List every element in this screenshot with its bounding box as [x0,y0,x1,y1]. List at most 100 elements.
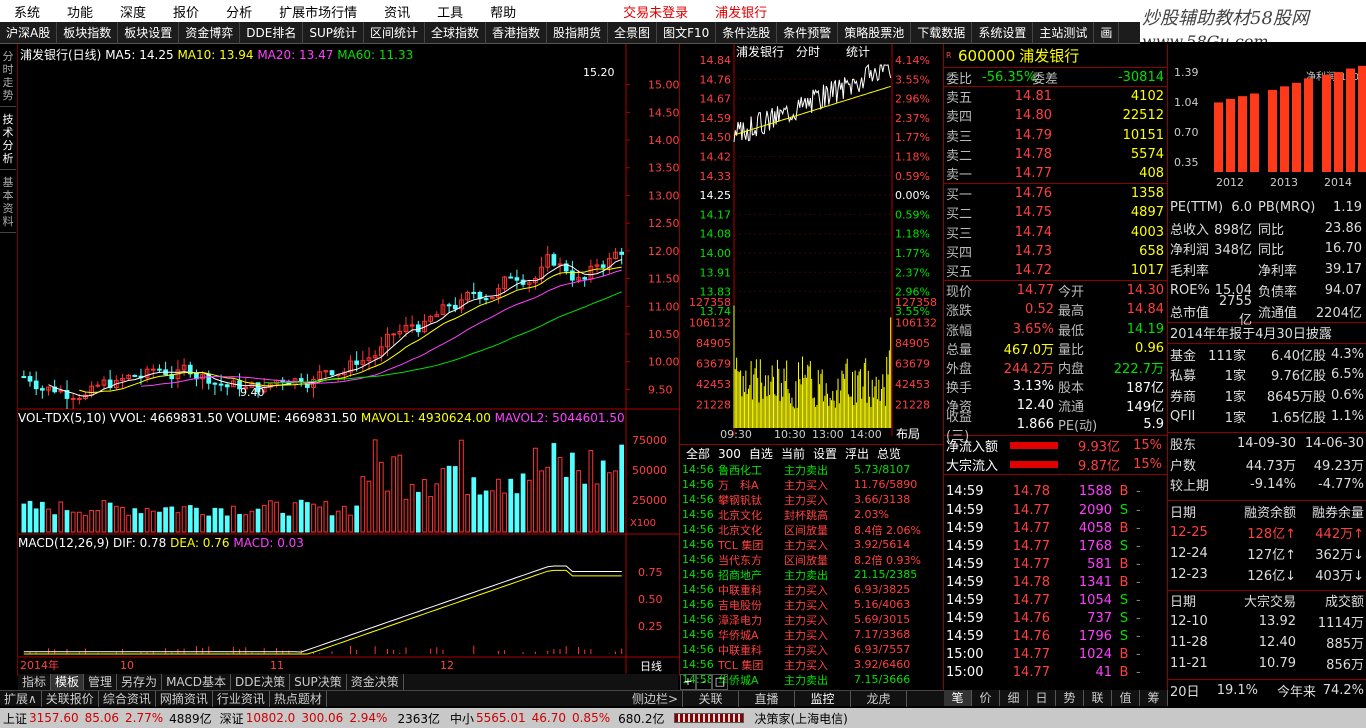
toolbar-item-4[interactable]: DDE排名 [240,21,304,44]
vtab-intraday[interactable]: 分时走势 [0,50,16,107]
zoom-out-button[interactable]: - [696,674,712,690]
menu-ext-market[interactable]: 扩展市场行情 [265,2,370,21]
tab-related-quote[interactable]: 关联报价 [42,691,99,707]
alert-row[interactable]: 14:56 鲁西化工 主力卖出 5.73/8107 [680,462,943,477]
menu-tools[interactable]: 工具 [423,2,476,21]
quote-foot-tab-7[interactable]: 筹 [1140,690,1168,706]
intraday-chart[interactable]: 浦发银行 分时 统计 14.84 4.14% 14.76 3.55% 14.67 2.96% 14… [680,44,944,444]
alert-row[interactable]: 14:56 万 科A 主力买入 11.76/5890 [680,477,943,492]
tab-sup[interactable]: SUP决策 [290,674,347,690]
toolbar-item-16[interactable]: 系统设置 [972,21,1034,44]
book-row[interactable]: 买一 14.76 1358 [944,184,1167,203]
alert-row[interactable]: 14:56 攀钢钒钛 主力买入 3.66/3138 [680,492,943,507]
book-row[interactable]: 卖四 14.80 22512 [944,106,1167,125]
book-row[interactable]: 买四 14.73 658 [944,242,1167,261]
alert-row[interactable]: 14:56 北京文化 封杯跳高 2.03% [680,507,943,522]
alert-tab-1[interactable]: 300 [714,447,745,461]
tab-template[interactable]: 模板 [51,674,85,690]
alert-row[interactable]: 14:56 华侨城A 主力买入 7.17/3368 [680,627,943,642]
toolbar-item-8[interactable]: 香港指数 [486,21,548,44]
alert-tab-0[interactable]: 全部 [682,445,714,462]
quote-foot-tab-3[interactable]: 日 [1028,690,1056,706]
tab-web-news[interactable]: 网摘资讯 [156,691,213,707]
quote-foot-tab-5[interactable]: 联 [1084,690,1112,706]
book-row[interactable]: 卖三 14.79 10151 [944,126,1167,145]
alert-row[interactable]: 14:56 北京文化 区间放量 8.4倍 2.06% [680,522,943,537]
book-row[interactable]: 卖五 14.81 4102 [944,87,1167,106]
footer-related[interactable]: 关联 [683,691,740,707]
toolbar-item-6[interactable]: 区间统计 [364,21,425,44]
tab-manage[interactable]: 管理 [84,674,118,690]
toolbar-item-17[interactable]: 主站测试 [1033,21,1095,44]
alert-tab-5[interactable]: 浮出 [841,445,873,462]
toolbar-item-13[interactable]: 条件预警 [777,21,839,44]
signal-bar [674,713,745,723]
menu-help[interactable]: 帮助 [476,2,529,21]
footer-monitor[interactable]: 监控 [795,691,852,707]
menu-analysis[interactable]: 分析 [212,2,265,21]
alert-row[interactable]: 14:56 当代东方 区间放量 8.2倍 0.93% [680,552,943,567]
tab-industry-news[interactable]: 行业资讯 [213,691,270,707]
period-label[interactable]: 日线 [640,659,662,673]
tab-fund-decision[interactable]: 资金决策 [347,674,404,690]
tab-macd-basic[interactable]: MACD基本 [162,674,232,690]
alert-row[interactable]: 14:56 TCL 集团 主力买入 3.92/5614 [680,537,943,552]
menu-quote[interactable]: 报价 [159,2,212,21]
menu-function[interactable]: 功能 [53,2,106,21]
alert-row[interactable]: 14:56 中联重科 主力买入 6.93/7557 [680,642,943,657]
alert-row[interactable]: 14:56 吉电股份 主力买入 5.16/4063 [680,597,943,612]
alert-tab-3[interactable]: 当前 [777,445,809,462]
toolbar-item-10[interactable]: 全景图 [608,21,658,44]
quote-foot-tab-1[interactable]: 价 [972,690,1000,706]
quote-foot-tab-4[interactable]: 势 [1056,690,1084,706]
quote-foot-tab-0[interactable]: 笔 [944,690,972,706]
toolbar-item-0[interactable]: 沪深A股 [0,21,58,44]
toolbar-item-15[interactable]: 下载数据 [911,21,973,44]
quote-foot-tab-6[interactable]: 值 [1112,690,1140,706]
vtab-fundamental[interactable]: 基本资料 [0,176,16,233]
alert-tab-2[interactable]: 自选 [745,445,777,462]
toolbar-item-1[interactable]: 板块指数 [57,21,119,44]
alert-row[interactable]: 14:56 中联重科 主力买入 6.93/3825 [680,582,943,597]
alert-row[interactable]: 14:56 漳泽电力 主力买入 5.69/3015 [680,612,943,627]
menu-depth[interactable]: 深度 [106,2,159,21]
toolbar-item-7[interactable]: 全球指数 [425,21,487,44]
book-row[interactable]: 买三 14.74 4003 [944,223,1167,242]
login-status[interactable]: 交易未登录 [609,2,701,21]
tab-saveas[interactable]: 另存为 [117,674,163,690]
quote-foot-tab-2[interactable]: 细 [1000,690,1028,706]
toolbar-item-12[interactable]: 条件选股 [716,21,778,44]
layout-button[interactable]: 布局 [896,427,920,441]
book-row[interactable]: 卖二 14.78 5574 [944,145,1167,164]
mini-tab-stats[interactable]: 统计 [846,45,870,59]
mini-tab-intraday[interactable]: 分时 [796,45,820,59]
toolbar-item-2[interactable]: 板块设置 [118,21,180,44]
footer-dragon[interactable]: 龙虎 [851,691,908,707]
menu-news[interactable]: 资讯 [370,2,423,21]
book-row[interactable]: 买五 14.72 1017 [944,261,1167,280]
vtab-technical[interactable]: 技术分析 [0,113,16,170]
toolbar-item-5[interactable]: SUP统计 [303,21,364,44]
kline-chart[interactable]: 15.00 14.50 14.00 13.50 13.00 12.50 12.00 11.50… [18,44,680,676]
toolbar-item-18[interactable]: 画 [1094,21,1120,44]
toolbar-item-11[interactable]: 图文F10 [657,21,717,44]
book-row[interactable]: 卖一 14.77 408 [944,164,1167,183]
alert-tab-6[interactable]: 总览 [873,445,905,462]
tab-expand[interactable]: 扩展∧ [0,691,42,707]
sidebar-toggle[interactable]: 侧边栏> [628,691,684,707]
footer-live[interactable]: 直播 [739,691,796,707]
tab-general-news[interactable]: 综合资讯 [99,691,156,707]
toolbar-item-3[interactable]: 资金博弈 [179,21,241,44]
menu-system[interactable]: 系统 [0,2,53,21]
zoom-in-button[interactable]: + [680,674,696,690]
alert-tab-4[interactable]: 设置 [809,445,841,462]
tab-hot-topics[interactable]: 热点题材 [270,691,327,707]
book-row[interactable]: 买二 14.75 4897 [944,203,1167,222]
toolbar-item-14[interactable]: 策略股票池 [838,21,912,44]
alert-row[interactable]: 14:56 TCL 集团 主力买入 3.92/6460 [680,657,943,672]
window-button[interactable]: □ [712,674,728,690]
alert-row[interactable]: 14:56 招商地产 主力卖出 21.15/2385 [680,567,943,582]
tab-indicator[interactable]: 指标 [18,674,52,690]
toolbar-item-9[interactable]: 股指期货 [547,21,609,44]
tab-dde[interactable]: DDE决策 [231,674,291,690]
